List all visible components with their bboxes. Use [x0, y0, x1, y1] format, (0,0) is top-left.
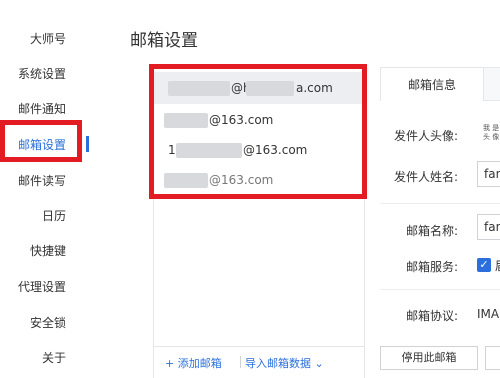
highlight-box-sidebar — [0, 120, 82, 162]
section-divider — [380, 289, 500, 290]
sidebar-item-security-lock[interactable]: 安全锁 — [30, 314, 66, 331]
sidebar-item-system-settings[interactable]: 系统设置 — [18, 65, 66, 82]
mailbox-protocol-label: 邮箱协议: — [406, 309, 459, 323]
avatar-image[interactable]: 我 是 头 像 — [483, 124, 500, 142]
page-title: 邮箱设置 — [130, 31, 198, 51]
sidebar-item-read-write[interactable]: 邮件读写 — [18, 172, 66, 189]
highlight-box-accounts — [149, 64, 367, 199]
sender-name-input[interactable]: fan — [477, 161, 500, 187]
section-divider — [380, 203, 500, 204]
mailbox-name-input[interactable]: fan — [477, 214, 500, 240]
sidebar-item-calendar[interactable]: 日历 — [42, 207, 66, 224]
sender-name-label: 发件人姓名: — [394, 170, 459, 184]
avatar-label: 发件人头像: — [394, 129, 459, 143]
active-indicator — [86, 136, 89, 152]
mailbox-protocol-value[interactable]: IMAI — [477, 307, 500, 321]
tab-underline — [484, 100, 500, 101]
mailbox-name-label: 邮箱名称: — [406, 224, 459, 238]
service-checkbox-text: 届 — [495, 257, 500, 274]
import-mailbox-data-link[interactable]: 导入邮箱数据 ⌄ — [245, 355, 324, 371]
add-mailbox-link[interactable]: + 添加邮箱 — [165, 355, 222, 371]
mailbox-service-label: 邮箱服务: — [406, 260, 459, 274]
sidebar-item-mail-notify[interactable]: 邮件通知 — [18, 100, 66, 117]
sidebar-item-shortcuts[interactable]: 快捷键 — [30, 242, 66, 259]
mailbox-detail-panel: 邮箱信息 发件人头像: 我 是 头 像 发件人姓名: fan 邮箱名称: fan… — [380, 67, 500, 378]
sidebar-item-master[interactable]: 大师号 — [30, 30, 66, 47]
account-list-footer: + 添加邮箱 导入邮箱数据 ⌄ — [153, 346, 365, 378]
service-checkbox[interactable]: ✓ — [477, 258, 491, 272]
disable-mailbox-button[interactable]: 停用此邮箱 — [380, 346, 478, 370]
tab-mailbox-info[interactable]: 邮箱信息 — [380, 67, 484, 101]
footer-separator — [240, 356, 241, 368]
sidebar-item-proxy[interactable]: 代理设置 — [18, 278, 66, 295]
secondary-button[interactable] — [485, 346, 500, 370]
settings-sidebar: 大师号 系统设置 邮件通知 邮箱设置 邮件读写 日历 快捷键 代理设置 安全锁 … — [0, 0, 92, 378]
sidebar-item-about[interactable]: 关于 — [42, 349, 66, 366]
tab-next[interactable] — [484, 67, 500, 101]
